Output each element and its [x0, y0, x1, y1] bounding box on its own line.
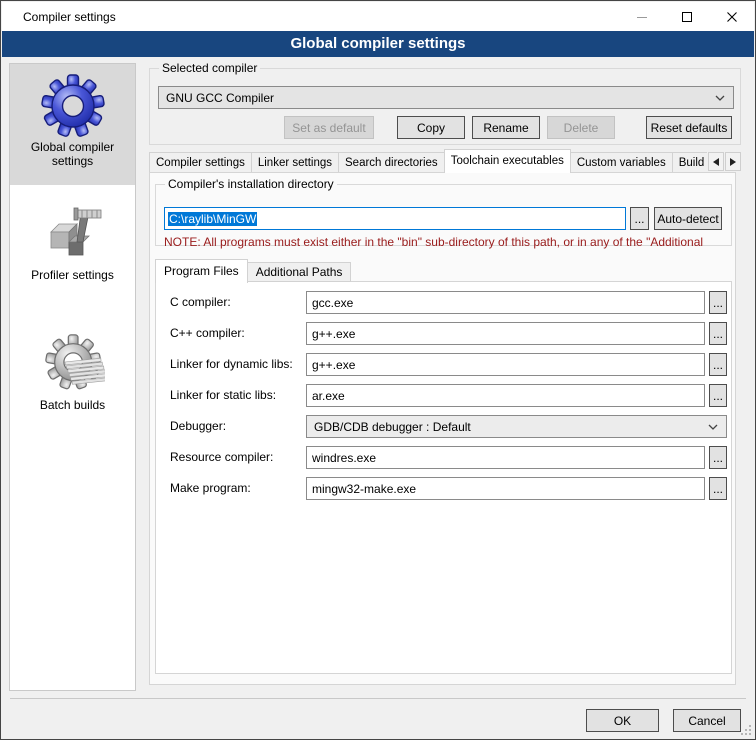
sidebar-item-global-compiler-settings[interactable]: Global compiler settings: [10, 64, 135, 185]
auto-detect-button[interactable]: Auto-detect: [654, 207, 722, 230]
delete-button[interactable]: Delete: [547, 116, 615, 139]
maximize-icon: [679, 9, 695, 25]
tab-custom-variables[interactable]: Custom variables: [570, 152, 673, 173]
cancel-button[interactable]: Cancel: [673, 709, 741, 732]
chevron-down-icon: [707, 423, 719, 431]
field-row-make-program: Make program: ...: [156, 477, 731, 500]
c-compiler-input[interactable]: [306, 291, 705, 314]
debugger-select[interactable]: GDB/CDB debugger : Default: [306, 415, 727, 438]
tab-program-files[interactable]: Program Files: [155, 259, 248, 283]
field-row-linker-dynamic: Linker for dynamic libs: ...: [156, 353, 731, 376]
field-label: Resource compiler:: [170, 446, 273, 469]
sidebar-item-label: Global compiler settings: [20, 140, 126, 168]
set-as-default-button[interactable]: Set as default: [284, 116, 374, 139]
tab-toolchain-executables[interactable]: Toolchain executables: [444, 149, 571, 173]
blue-gear-icon: [41, 74, 105, 138]
group-label: Compiler's installation directory: [165, 177, 337, 191]
toolchain-executables-page: Compiler's installation directory C:\ray…: [149, 172, 736, 685]
tab-scroll-right-icon: [729, 157, 737, 167]
cpp-compiler-input[interactable]: [306, 322, 705, 345]
make-program-input[interactable]: [306, 477, 705, 500]
program-files-page: C compiler: ... C++ compiler: ... Linker…: [155, 281, 732, 674]
field-label: C compiler:: [170, 291, 231, 314]
profiler-caliper-icon: [41, 202, 105, 266]
selected-compiler-group: Selected compiler GNU GCC Compiler Set a…: [149, 68, 741, 145]
field-row-resource-compiler: Resource compiler: ...: [156, 446, 731, 469]
tab-linker-settings[interactable]: Linker settings: [251, 152, 339, 173]
resource-compiler-input[interactable]: [306, 446, 705, 469]
tab-scroll-right-button[interactable]: [725, 152, 741, 171]
installation-directory-input[interactable]: C:\raylib\MinGW: [164, 207, 626, 230]
tab-build-options[interactable]: Build options: [672, 152, 707, 173]
linker-dynamic-input[interactable]: [306, 353, 705, 376]
copy-button[interactable]: Copy: [397, 116, 465, 139]
field-label: Debugger:: [170, 415, 226, 438]
close-icon: [724, 9, 740, 25]
field-row-linker-static: Linker for static libs: ...: [156, 384, 731, 407]
sidebar-item-label: Batch builds: [20, 398, 126, 412]
resize-grip-icon[interactable]: [739, 723, 752, 736]
selected-text: C:\raylib\MinGW: [168, 212, 257, 226]
tab-scroll-buttons: [707, 152, 741, 171]
field-row-c-compiler: C compiler: ...: [156, 291, 731, 314]
debugger-select-value: GDB/CDB debugger : Default: [314, 420, 471, 434]
minimize-icon: [634, 9, 650, 25]
browse-make-program-button[interactable]: ...: [709, 477, 727, 500]
close-button[interactable]: [709, 2, 754, 31]
browse-directory-button[interactable]: ...: [630, 207, 649, 230]
program-tabstrip: Program Files Additional Paths: [155, 259, 351, 282]
compiler-select[interactable]: GNU GCC Compiler: [158, 86, 734, 109]
window-title: Compiler settings: [2, 10, 116, 24]
browse-linker-dynamic-button[interactable]: ...: [709, 353, 727, 376]
sidebar-item-label: Profiler settings: [20, 268, 126, 282]
rename-button[interactable]: Rename: [472, 116, 540, 139]
minimize-button[interactable]: [619, 2, 664, 31]
browse-linker-static-button[interactable]: ...: [709, 384, 727, 407]
caption-buttons: [619, 2, 754, 31]
compiler-settings-dialog: Compiler settings Global compiler settin…: [0, 0, 756, 740]
field-label: Linker for dynamic libs:: [170, 353, 293, 376]
tab-scroll-left-button[interactable]: [708, 152, 724, 171]
reset-defaults-button[interactable]: Reset defaults: [646, 116, 732, 139]
tab-compiler-settings[interactable]: Compiler settings: [149, 152, 252, 173]
compiler-select-value: GNU GCC Compiler: [166, 91, 274, 105]
browse-resource-compiler-button[interactable]: ...: [709, 446, 727, 469]
settings-sidebar: Global compiler settings Profiler settin…: [9, 63, 136, 691]
field-label: Linker for static libs:: [170, 384, 276, 407]
field-label: Make program:: [170, 477, 251, 500]
browse-c-compiler-button[interactable]: ...: [709, 291, 727, 314]
browse-cpp-compiler-button[interactable]: ...: [709, 322, 727, 345]
field-row-cpp-compiler: C++ compiler: ...: [156, 322, 731, 345]
sidebar-item-profiler-settings[interactable]: Profiler settings: [10, 192, 135, 295]
group-label: Selected compiler: [159, 61, 260, 75]
linker-static-input[interactable]: [306, 384, 705, 407]
field-label: C++ compiler:: [170, 322, 245, 345]
field-row-debugger: Debugger: GDB/CDB debugger : Default: [156, 415, 731, 438]
titlebar: Compiler settings: [2, 2, 754, 31]
page-title: Global compiler settings: [2, 31, 754, 57]
tab-additional-paths[interactable]: Additional Paths: [247, 262, 352, 282]
footer-divider: [10, 698, 746, 699]
tab-scroll-left-icon: [712, 157, 720, 167]
sidebar-item-batch-builds[interactable]: Batch builds: [10, 322, 135, 427]
chevron-down-icon: [714, 94, 726, 102]
settings-tabstrip: Compiler settings Linker settings Search…: [149, 149, 707, 173]
tab-search-directories[interactable]: Search directories: [338, 152, 445, 173]
installation-directory-group: Compiler's installation directory C:\ray…: [155, 184, 732, 246]
note-text: NOTE: All programs must exist either in …: [164, 235, 730, 249]
maximize-button[interactable]: [664, 2, 709, 31]
ok-button[interactable]: OK: [586, 709, 659, 732]
batch-builds-icon: [41, 332, 105, 396]
